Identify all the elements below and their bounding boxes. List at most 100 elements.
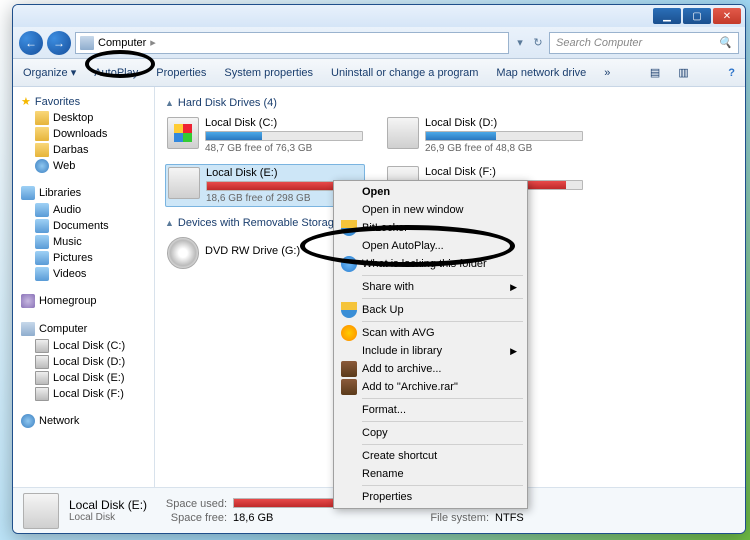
usage-bar <box>207 182 350 190</box>
drive-label: Local Disk (C:) <box>205 117 363 129</box>
drive-d[interactable]: Local Disk (D:) 26,9 GB free of 48,8 GB <box>385 115 585 156</box>
sidebar-item-music[interactable]: Music <box>13 234 154 250</box>
ctx-properties[interactable]: Properties <box>336 488 525 506</box>
computer-icon <box>21 322 35 336</box>
documents-icon <box>35 219 49 233</box>
drive-icon <box>35 355 49 369</box>
ctx-backup[interactable]: Back Up <box>336 301 525 319</box>
properties-button[interactable]: Properties <box>156 67 206 79</box>
maximize-button[interactable]: ▢ <box>683 8 711 24</box>
navbar: ← → Computer ▸ ▾ ↻ Search Computer 🔍 <box>13 27 745 59</box>
map-drive-button[interactable]: Map network drive <box>496 67 586 79</box>
usage-bar <box>426 132 496 140</box>
folder-icon <box>35 143 49 157</box>
computer-icon <box>80 36 94 50</box>
ctx-scan-avg[interactable]: Scan with AVG <box>336 324 525 342</box>
ctx-format[interactable]: Format... <box>336 401 525 419</box>
help-button[interactable]: ? <box>728 67 735 79</box>
computer-header[interactable]: Computer <box>13 320 154 338</box>
status-title: Local Disk (E:) <box>69 498 147 512</box>
hdd-section-header[interactable]: ▲Hard Disk Drives (4) <box>165 97 735 109</box>
minimize-button[interactable]: ▁ <box>653 8 681 24</box>
autoplay-button[interactable]: AutoPlay <box>94 67 138 79</box>
ctx-whats-blocking[interactable]: What is locking this folder <box>336 255 525 273</box>
ctx-create-shortcut[interactable]: Create shortcut <box>336 447 525 465</box>
sidebar-item-drive-c[interactable]: Local Disk (C:) <box>13 338 154 354</box>
sidebar-item-downloads[interactable]: Downloads <box>13 126 154 142</box>
drive-icon <box>168 167 200 199</box>
sidebar-item-network[interactable]: Network <box>13 412 154 430</box>
ctx-rename[interactable]: Rename <box>336 465 525 483</box>
ctx-add-archive[interactable]: Add to archive... <box>336 360 525 378</box>
uninstall-button[interactable]: Uninstall or change a program <box>331 67 478 79</box>
sidebar-item-audio[interactable]: Audio <box>13 202 154 218</box>
view-button[interactable]: ▤ <box>650 66 660 79</box>
sidebar-item-documents[interactable]: Documents <box>13 218 154 234</box>
separator <box>362 421 523 422</box>
refresh-icon[interactable]: ↻ <box>531 36 545 50</box>
downloads-icon <box>35 127 49 141</box>
pane-button[interactable]: ▥ <box>678 66 688 79</box>
ctx-add-rar[interactable]: Add to "Archive.rar" <box>336 378 525 396</box>
separator <box>362 398 523 399</box>
submenu-arrow-icon: ▶ <box>510 346 517 357</box>
sidebar-item-drive-e[interactable]: Local Disk (E:) <box>13 370 154 386</box>
close-button[interactable]: ✕ <box>713 8 741 24</box>
drive-icon <box>387 117 419 149</box>
search-input[interactable]: Search Computer 🔍 <box>549 32 739 54</box>
separator <box>362 485 523 486</box>
ctx-copy[interactable]: Copy <box>336 424 525 442</box>
sidebar-item-homegroup[interactable]: Homegroup <box>13 292 154 310</box>
dropdown-icon[interactable]: ▾ <box>513 36 527 50</box>
search-placeholder: Search Computer <box>556 37 642 49</box>
desktop-icon <box>35 111 49 125</box>
network-icon <box>21 414 35 428</box>
drive-label: Local Disk (F:) <box>425 166 583 178</box>
drive-label: Local Disk (E:) <box>206 167 362 179</box>
web-icon <box>35 159 49 173</box>
videos-icon <box>35 267 49 281</box>
ctx-open-new-window[interactable]: Open in new window <box>336 201 525 219</box>
shield-icon <box>341 220 357 236</box>
explorer-window: ▁ ▢ ✕ ← → Computer ▸ ▾ ↻ Search Computer… <box>12 4 746 534</box>
status-subtitle: Local Disk <box>69 512 147 523</box>
drive-icon <box>35 387 49 401</box>
address-bar[interactable]: Computer ▸ <box>75 32 509 54</box>
sidebar-item-drive-f[interactable]: Local Disk (F:) <box>13 386 154 402</box>
forward-button[interactable]: → <box>47 31 71 55</box>
sidebar-item-web[interactable]: Web <box>13 158 154 174</box>
sidebar-item-darbas[interactable]: Darbas <box>13 142 154 158</box>
usage-bar <box>206 132 262 140</box>
sidebar-item-desktop[interactable]: Desktop <box>13 110 154 126</box>
drive-free: 26,9 GB free of 48,8 GB <box>425 143 583 154</box>
collapse-icon: ▲ <box>165 98 174 108</box>
libraries-header[interactable]: Libraries <box>13 184 154 202</box>
ctx-open-autoplay[interactable]: Open AutoPlay... <box>336 237 525 255</box>
ctx-share-with[interactable]: Share with▶ <box>336 278 525 296</box>
more-button[interactable]: » <box>604 67 610 79</box>
ctx-open[interactable]: Open <box>336 183 525 201</box>
separator <box>362 321 523 322</box>
sidebar-item-drive-d[interactable]: Local Disk (D:) <box>13 354 154 370</box>
breadcrumb[interactable]: Computer <box>98 37 146 49</box>
sidebar-item-videos[interactable]: Videos <box>13 266 154 282</box>
collapse-icon: ▲ <box>165 218 174 228</box>
drive-icon <box>35 339 49 353</box>
filesystem-label: File system: <box>399 512 489 524</box>
favorites-header[interactable]: ★Favorites <box>13 93 154 110</box>
drive-icon <box>167 117 199 149</box>
dvd-icon <box>167 237 199 269</box>
info-icon <box>341 256 357 272</box>
homegroup-icon <box>21 294 35 308</box>
back-button[interactable]: ← <box>19 31 43 55</box>
system-properties-button[interactable]: System properties <box>224 67 313 79</box>
music-icon <box>35 235 49 249</box>
sidebar-item-pictures[interactable]: Pictures <box>13 250 154 266</box>
organize-button[interactable]: Organize ▾ <box>23 66 76 79</box>
sidebar: ★Favorites Desktop Downloads Darbas Web … <box>13 87 155 487</box>
drive-icon <box>35 371 49 385</box>
shield-icon <box>341 302 357 318</box>
ctx-bitlocker[interactable]: BitLocker <box>336 219 525 237</box>
drive-c[interactable]: Local Disk (C:) 48,7 GB free of 76,3 GB <box>165 115 365 156</box>
ctx-include-library[interactable]: Include in library▶ <box>336 342 525 360</box>
